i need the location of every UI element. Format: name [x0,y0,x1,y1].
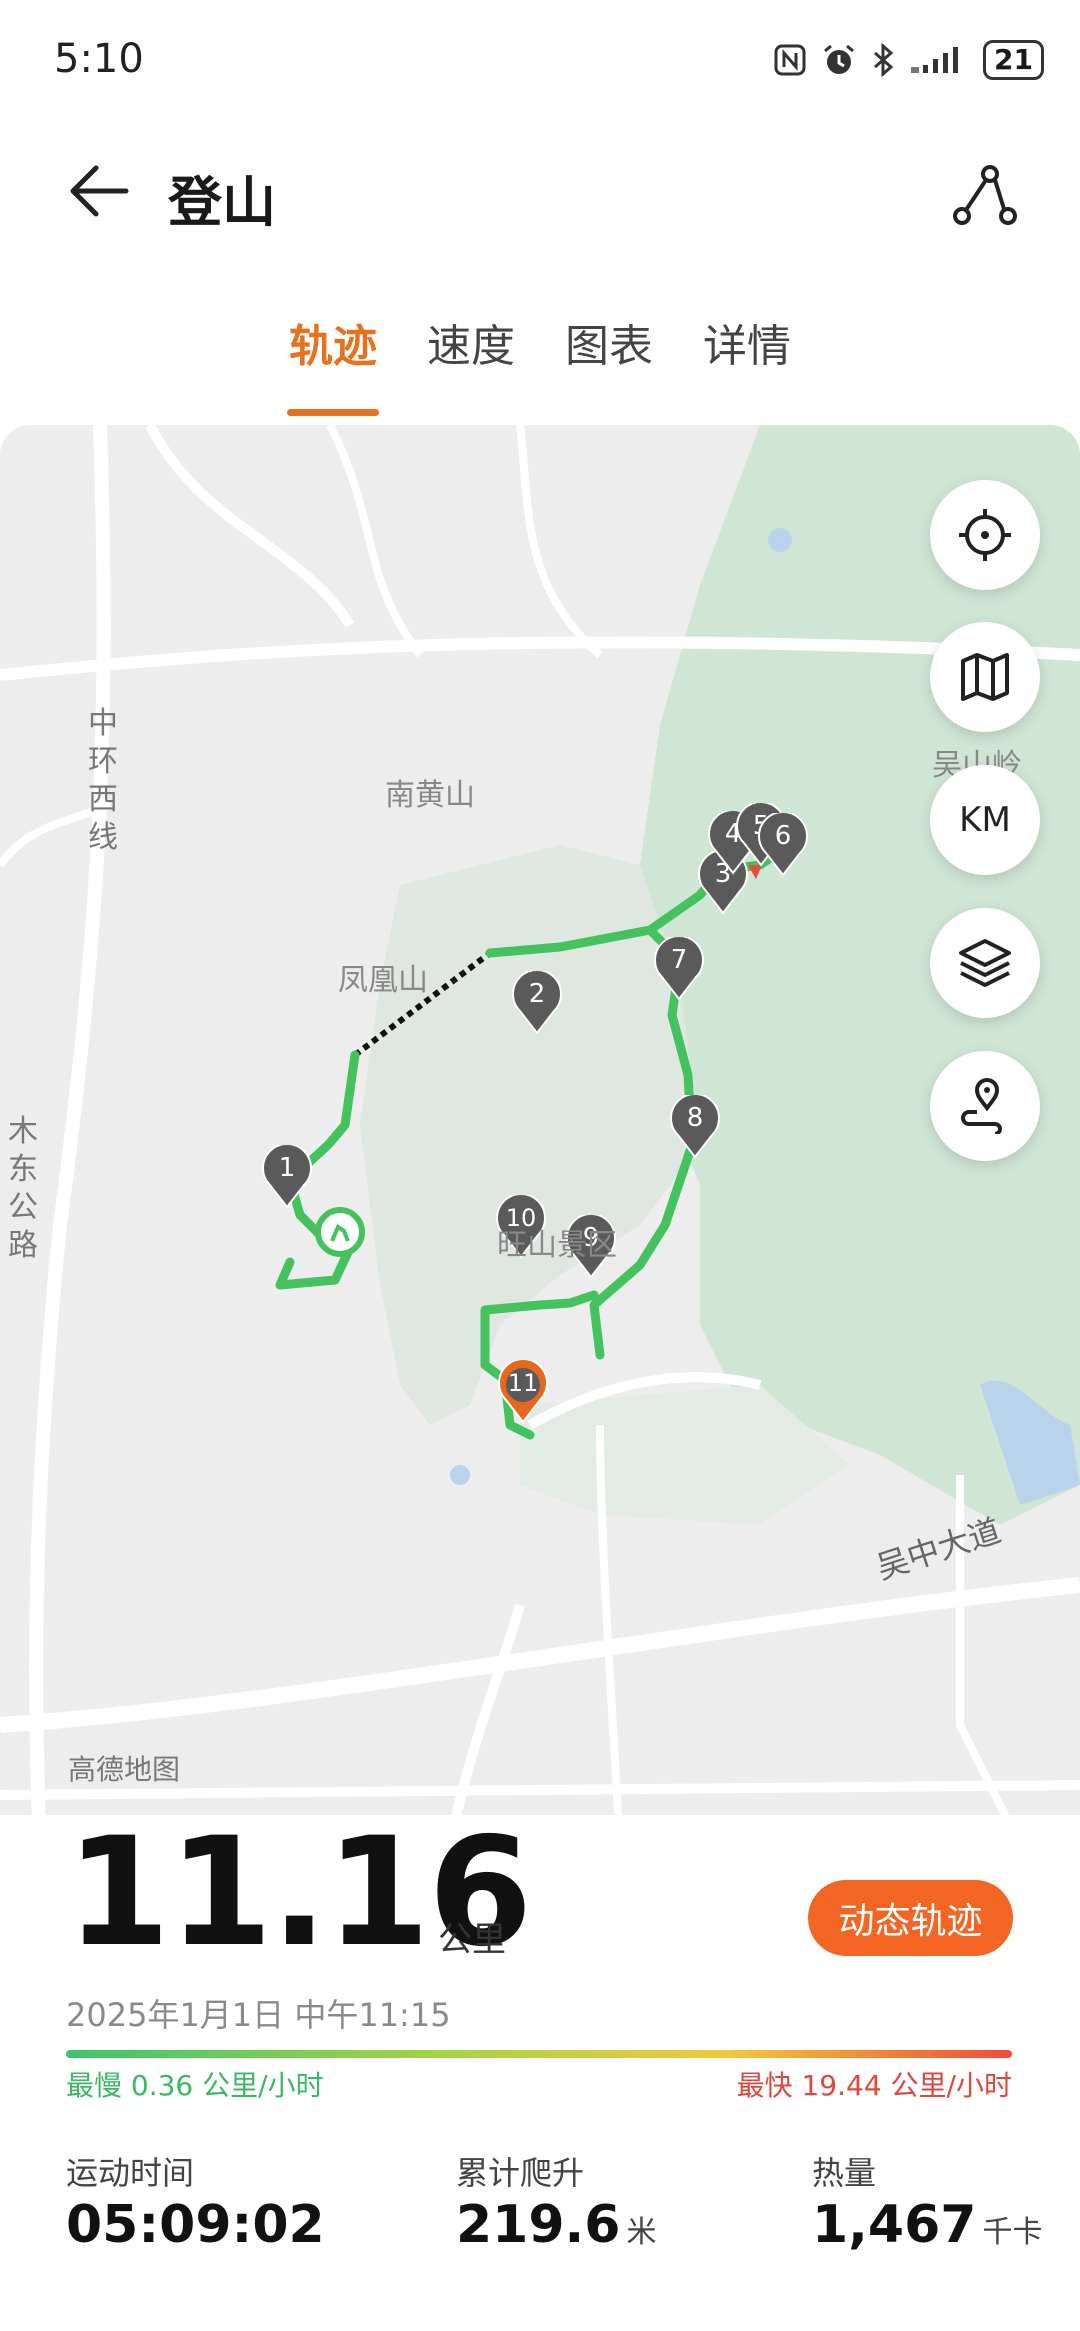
bluetooth-icon [874,43,894,77]
calories-number: 1,467 [812,2195,977,2255]
dynamic-track-button[interactable]: 动态轨迹 [808,1880,1013,1956]
route-points-button[interactable] [930,1051,1040,1161]
stat-label-calories: 热量 [812,2154,877,2192]
map-label-nanhuangshan: 南黄山 [385,778,475,813]
layers-icon [959,939,1011,987]
slowest-speed: 最慢 0.36 公里/小时 [66,2069,324,2102]
km-marker-7[interactable]: 7 [654,935,704,1001]
km-marker-label: 8 [686,1103,704,1133]
km-marker-1[interactable]: 1 [262,1143,312,1209]
calories-unit: 千卡 [982,2215,1043,2250]
page-title: 登山 [168,171,276,234]
map-canvas [0,425,1080,1845]
tab-track[interactable]: 轨迹 [287,310,379,416]
map-type-button[interactable] [930,622,1040,732]
km-marker-8[interactable]: 8 [670,1093,720,1159]
nfc-icon [774,44,806,76]
battery-indicator: 21 [983,40,1044,80]
locate-button[interactable] [930,480,1040,590]
alarm-icon [824,44,854,74]
km-marker-label: 1 [278,1153,296,1183]
km-toggle-label: KM [959,800,1011,840]
tab-chart[interactable]: 图表 [563,310,655,400]
tab-bar: 轨迹 速度 图表 详情 [0,310,1080,416]
tab-details[interactable]: 详情 [701,310,793,400]
tab-speed[interactable]: 速度 [425,310,517,400]
activity-date: 2025年1月1日 中午11:15 [66,1996,451,2034]
status-time: 5:10 [54,36,144,82]
km-marker-6[interactable]: 6 [758,811,808,877]
stat-label-ascent: 累计爬升 [456,2154,585,2192]
route-pin-icon [961,1078,1002,1134]
map-icon [961,653,1009,701]
km-marker-label: 6 [774,821,792,851]
stat-value-ascent: 219.6 米 [456,2195,656,2255]
km-marker-label: 7 [670,945,688,975]
ascent-number: 219.6 [456,2195,621,2255]
km-marker-2[interactable]: 2 [512,969,562,1035]
status-icons: 21 [773,40,1044,80]
km-marker-label: 2 [528,979,546,1009]
route-share-icon[interactable] [950,160,1020,230]
map-attribution: 高德地图 [68,1753,181,1786]
back-arrow-icon[interactable] [64,156,134,226]
fastest-speed: 最快 19.44 公里/小时 [736,2069,1012,2102]
crosshair-icon [959,509,1011,561]
speed-gradient-bar [66,2050,1012,2058]
map-label-wangshan: 旺山景区 [497,1228,617,1263]
signal-icon [911,47,959,73]
distance-unit: 公里 [438,1920,506,1960]
map-label-fenghuangshan: 凤凰山 [338,963,428,998]
km-marker-label: 11 [507,1369,539,1397]
duration-number: 05:09:02 [66,2195,325,2255]
stat-value-calories: 1,467 千卡 [812,2195,1042,2255]
map-label-zhonghuan: 中环西线 [88,706,118,855]
stat-label-duration: 运动时间 [66,2154,195,2192]
km-marker-11-end[interactable]: 11 [498,1358,548,1424]
status-bar: 5:10 21 [0,0,1080,120]
km-toggle-button[interactable]: KM [930,765,1040,875]
stat-value-duration: 05:09:02 [66,2195,325,2255]
map-label-mudong: 木东公路 [8,1114,38,1263]
layers-button[interactable] [930,908,1040,1018]
route-map[interactable]: 1 2 3 4 5 6 7 8 9 10 11 南黄山 凤凰山 旺山景区 [0,425,1080,1845]
ascent-unit: 米 [626,2215,657,2250]
